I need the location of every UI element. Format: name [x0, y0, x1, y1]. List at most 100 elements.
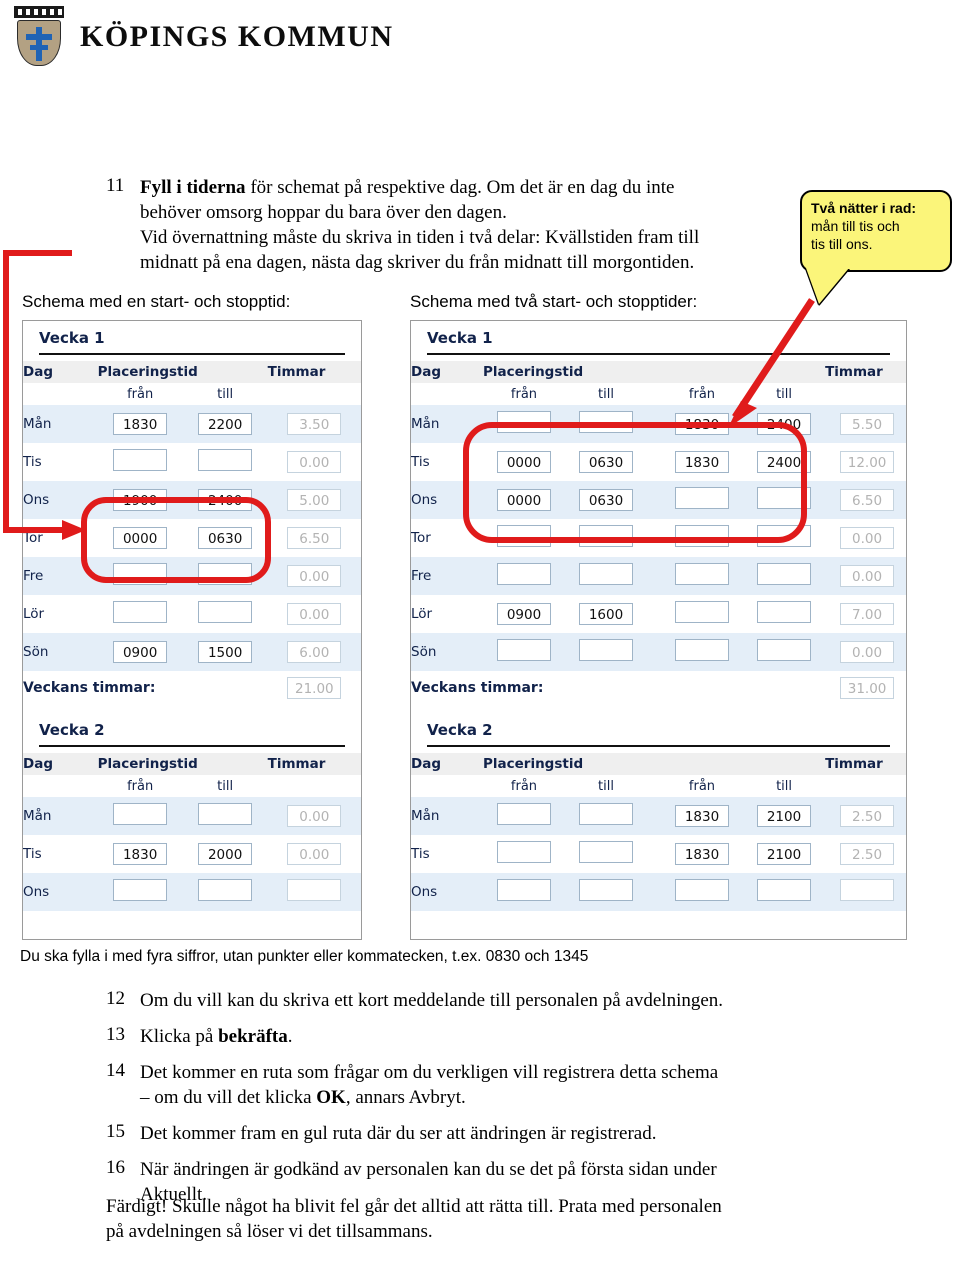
right-week2-rule [427, 745, 890, 747]
table-row: Ons [23, 873, 361, 911]
time-input-field[interactable] [497, 803, 551, 825]
time-input-field[interactable] [113, 803, 168, 825]
step-12-text: Om du vill kan du skriva ett kort meddel… [140, 990, 724, 1011]
time-input-field[interactable] [675, 879, 729, 901]
col-header-day: Dag [23, 361, 98, 383]
time-input-field[interactable] [579, 841, 633, 863]
time-input-field[interactable] [757, 639, 812, 661]
time-input-field[interactable] [757, 487, 812, 509]
step-12: 12 Om du vill kan du skriva ett kort med… [106, 988, 826, 1013]
time-input-field[interactable] [113, 449, 168, 471]
time-input-field[interactable]: 0630 [579, 451, 633, 473]
time-input-field[interactable] [579, 803, 633, 825]
time-input-field[interactable]: 0630 [579, 489, 633, 511]
table-row: Ons 1900 2400 5.00 [23, 481, 361, 519]
time-input-field[interactable]: 1830 [675, 451, 729, 473]
time-input-field[interactable] [579, 879, 633, 901]
time-input-field[interactable]: 0000 [497, 451, 551, 473]
caption-single-time: Schema med en start- och stopptid: [22, 292, 291, 311]
right-week1-table: Dag Placeringstid Timmar från till från … [411, 361, 906, 705]
step-14-bold: OK [316, 1087, 346, 1108]
time-input-field[interactable] [675, 525, 729, 547]
time-input-field[interactable] [497, 411, 551, 433]
sub-header-fran-4: från [661, 775, 743, 797]
day-label: Mån [411, 405, 483, 443]
time-input-field[interactable]: 0900 [113, 641, 168, 663]
time-input-field[interactable]: 1830 [675, 805, 729, 827]
day-label: Tis [411, 454, 430, 470]
sub-header-fran-2: från [97, 775, 183, 797]
time-input-field[interactable] [113, 879, 168, 901]
time-input-field[interactable] [198, 449, 253, 471]
hours-readonly-field: 6.50 [287, 527, 342, 549]
time-input-field[interactable] [757, 601, 812, 623]
time-input-field[interactable] [757, 525, 812, 547]
time-input-field[interactable] [757, 563, 812, 585]
time-input-field[interactable]: 1500 [198, 641, 253, 663]
time-input-field[interactable]: 1830 [113, 413, 168, 435]
time-input-field[interactable]: 2100 [757, 805, 812, 827]
time-input-field[interactable] [497, 563, 551, 585]
closing-line-2: på avdelningen så löser vi det tillsamma… [106, 1221, 433, 1242]
time-input-field[interactable] [198, 879, 253, 901]
table-row: Ons 0000 0630 6.50 [411, 481, 906, 519]
hours-readonly-field: 0.00 [287, 565, 342, 587]
time-input-field[interactable] [579, 411, 633, 433]
schema-panel-double: Vecka 1 Dag Placeringstid Timmar från ti… [410, 320, 907, 940]
callout-line-2: mån till tis och [811, 218, 900, 234]
step-11: 11 Fyll i tiderna för schemat på respekt… [106, 175, 796, 275]
time-input-field[interactable]: 1900 [113, 489, 168, 511]
time-input-field[interactable]: 1830 [675, 843, 729, 865]
time-input-field[interactable] [675, 601, 729, 623]
right-week1-rule [427, 353, 890, 355]
left-week2-title: Vecka 2 [39, 721, 105, 739]
time-input-field[interactable]: 0900 [497, 603, 551, 625]
time-input-field[interactable]: 2400 [757, 451, 812, 473]
time-input-field[interactable] [198, 803, 253, 825]
coat-of-arms-shield-icon [14, 6, 64, 68]
time-input-field[interactable] [497, 879, 551, 901]
time-input-field[interactable]: 2100 [757, 843, 812, 865]
day-label: Mån [411, 797, 483, 835]
schema-panel-single: Vecka 1 Dag Placeringstid Timmar från ti… [22, 320, 362, 940]
time-input-field[interactable]: 1830 [113, 843, 168, 865]
sub-blank-r2 [825, 383, 906, 405]
right-week1-total-value: 31.00 [840, 677, 895, 699]
time-input-field[interactable]: 2400 [198, 489, 253, 511]
table-row: Tis 0.00 [23, 443, 361, 481]
time-input-field[interactable]: 0630 [198, 527, 253, 549]
col-header-placeringstid-2: Placeringstid [97, 753, 268, 775]
time-input-field[interactable] [113, 601, 168, 623]
time-input-field[interactable]: 2200 [198, 413, 253, 435]
time-input-field[interactable] [675, 639, 729, 661]
time-input-field[interactable] [113, 563, 168, 585]
right-week1-subheader-row: från till från till [411, 383, 906, 405]
time-input-field[interactable] [579, 639, 633, 661]
left-week1-table: Dag Placeringstid Timmar från till Mån 18… [23, 361, 361, 705]
time-input-field[interactable] [198, 601, 253, 623]
time-input-field[interactable] [579, 563, 633, 585]
time-input-field[interactable] [497, 639, 551, 661]
sub-header-till: till [182, 383, 268, 405]
col-header-placeringstid: Placeringstid [97, 361, 268, 383]
time-input-field[interactable]: 0000 [497, 489, 551, 511]
time-input-field[interactable] [497, 841, 551, 863]
time-input-field[interactable]: 1830 [675, 413, 729, 435]
step-list: 12 Om du vill kan du skriva ett kort med… [106, 988, 826, 1218]
time-input-field[interactable] [675, 487, 729, 509]
time-input-field[interactable]: 2000 [198, 843, 253, 865]
time-input-field[interactable]: 0000 [113, 527, 168, 549]
time-input-field[interactable]: 1600 [579, 603, 633, 625]
time-input-field[interactable] [675, 563, 729, 585]
callout-title: Två nätter i rad: [811, 200, 917, 216]
day-label: Fre [23, 557, 98, 595]
time-input-field[interactable]: 2400 [757, 413, 812, 435]
time-input-field[interactable] [198, 563, 253, 585]
time-input-field[interactable] [579, 525, 633, 547]
time-input-field[interactable] [497, 525, 551, 547]
time-input-field[interactable] [757, 879, 812, 901]
table-row: Mån 1830 2400 5.50 [411, 405, 906, 443]
crest-cross-upper-bar [26, 34, 52, 40]
step-16-line1: När ändringen är godkänd av personalen k… [140, 1159, 717, 1180]
col-header-day-r2: Dag [411, 753, 483, 775]
